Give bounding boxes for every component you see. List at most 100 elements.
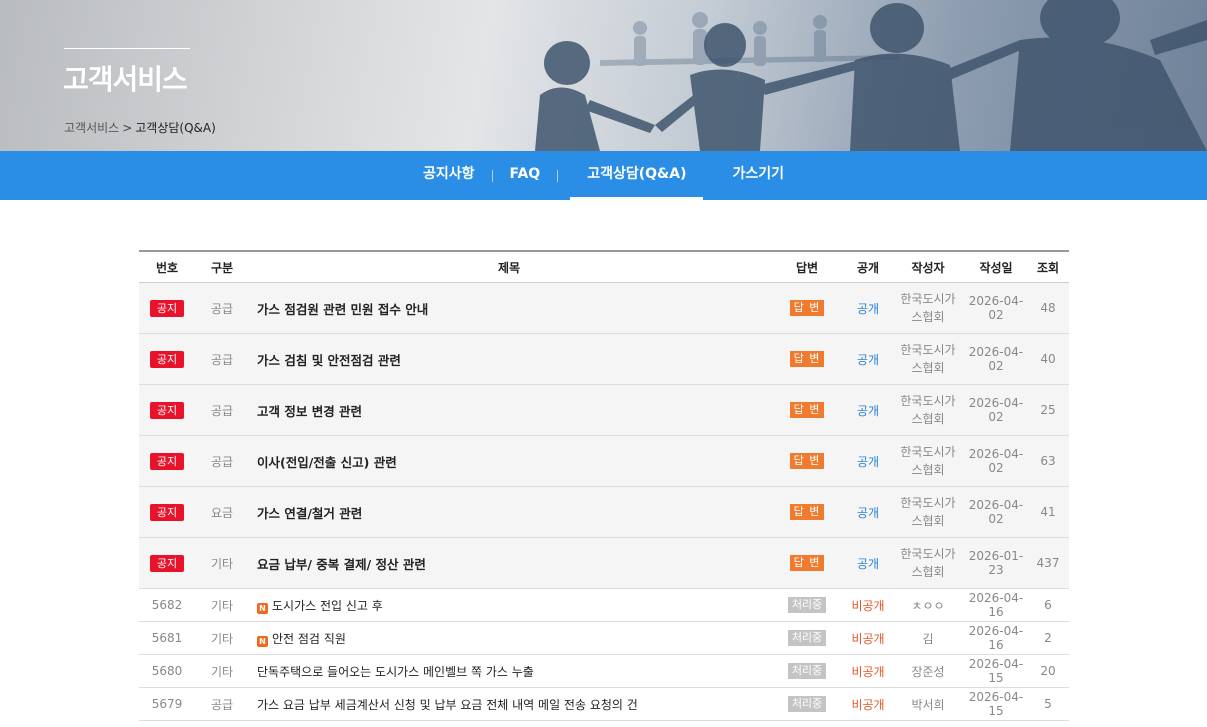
post-date: 2026-01-23 (965, 537, 1027, 589)
post-date: 2026-04-15 (965, 687, 1027, 721)
post-date: 2026-04-16 (965, 621, 1027, 655)
visibility-status: 비공개 (845, 654, 891, 688)
post-title-link[interactable]: 도시가스 전입 신고 후 (272, 599, 383, 613)
view-count: 20 (1027, 654, 1069, 688)
post-date: 2026-04-16 (965, 588, 1027, 622)
notice-row[interactable]: 공지 공급 가스 검침 및 안전점검 관련 답 변 공개 한국도시가 스협회 20… (139, 333, 1069, 385)
answer-badge: 답 변 (789, 555, 825, 571)
notice-row[interactable]: 공지 공급 이사(전입/전출 신고) 관련 답 변 공개 한국도시가 스협회 20… (139, 435, 1069, 487)
view-count: 25 (1027, 384, 1069, 436)
visibility-status: 공개 (845, 384, 891, 436)
post-date: 2026-04-02 (965, 384, 1027, 436)
view-count: 63 (1027, 435, 1069, 487)
table-row[interactable]: 5679 공급 가스 요금 납부 세금계산서 신청 및 납부 요금 전체 내역 … (139, 687, 1069, 721)
breadcrumb: 고객서비스 > 고객상담(Q&A) (64, 119, 216, 136)
category: 공급 (195, 687, 249, 721)
breadcrumb-item-home[interactable]: 고객서비스 (64, 121, 119, 135)
post-date: 2026-04-02 (965, 435, 1027, 487)
view-count: 40 (1027, 333, 1069, 385)
col-header-views: 조회 (1027, 250, 1069, 283)
category: 기타 (195, 588, 249, 622)
qna-board: 번호 구분 제목 답변 공개 작성자 작성일 조회 공지 공급 가스 점검원 관… (139, 250, 1069, 721)
post-title-link[interactable]: 이사(전입/전출 신고) 관련 (249, 435, 769, 487)
tab-faq[interactable]: FAQ (493, 151, 558, 200)
sub-navigation: 공지사항 FAQ 고객상담(Q&A) 가스기기 (0, 151, 1207, 200)
tab-divider (557, 169, 559, 182)
author: 한국도시가 스협회 (891, 435, 965, 487)
page-title: 고객서비스 (63, 63, 188, 96)
notice-badge: 공지 (149, 299, 185, 317)
view-count: 6 (1027, 588, 1069, 622)
table-header: 번호 구분 제목 답변 공개 작성자 작성일 조회 (139, 250, 1069, 283)
col-header-number: 번호 (139, 250, 195, 283)
view-count: 41 (1027, 486, 1069, 538)
post-title-link[interactable]: 가스 검침 및 안전점검 관련 (249, 333, 769, 385)
post-date: 2026-04-02 (965, 333, 1027, 385)
post-title-link[interactable]: 단독주택으로 들어오는 도시가스 메인벨브 쪽 가스 누출 (257, 665, 534, 679)
new-icon: N (257, 635, 268, 647)
visibility-status: 공개 (845, 435, 891, 487)
post-number: 5680 (139, 654, 195, 688)
table-row[interactable]: 5681 기타 N 안전 점검 직원 처리중 비공개 김 2026-04-16 2 (139, 621, 1069, 655)
visibility-status: 비공개 (845, 687, 891, 721)
processing-badge: 처리중 (787, 663, 827, 679)
answer-badge: 답 변 (789, 402, 825, 418)
author: 한국도시가 스협회 (891, 486, 965, 538)
notice-badge: 공지 (149, 452, 185, 470)
notice-row[interactable]: 공지 요금 가스 연결/철거 관련 답 변 공개 한국도시가 스협회 2026-0… (139, 486, 1069, 538)
processing-badge: 처리중 (787, 630, 827, 646)
notice-row[interactable]: 공지 공급 가스 점검원 관련 민원 접수 안내 답 변 공개 한국도시가 스협회… (139, 282, 1069, 334)
post-date: 2026-04-15 (965, 654, 1027, 688)
author: 장준성 (891, 654, 965, 688)
col-header-author: 작성자 (891, 250, 965, 283)
tab-qna[interactable]: 고객상담(Q&A) (570, 151, 704, 200)
category: 공급 (195, 333, 249, 385)
processing-badge: 처리중 (787, 696, 827, 712)
visibility-status: 공개 (845, 333, 891, 385)
table-row[interactable]: 5680 기타 단독주택으로 들어오는 도시가스 메인벨브 쪽 가스 누출 처리… (139, 654, 1069, 688)
post-date: 2026-04-02 (965, 486, 1027, 538)
breadcrumb-item-current: 고객상담(Q&A) (135, 121, 216, 135)
tab-notice[interactable]: 공지사항 (406, 151, 492, 200)
answer-badge: 답 변 (789, 504, 825, 520)
new-icon: N (257, 602, 268, 614)
author: ㅊㅇㅇ (891, 588, 965, 622)
category: 공급 (195, 282, 249, 334)
post-title-link[interactable]: 가스 요금 납부 세금계산서 신청 및 납부 요금 전체 내역 메일 전송 요청… (257, 698, 638, 712)
visibility-status: 공개 (845, 282, 891, 334)
answer-badge: 답 변 (789, 351, 825, 367)
category: 기타 (195, 654, 249, 688)
post-title-link[interactable]: 안전 점검 직원 (272, 632, 346, 646)
breadcrumb-separator: > (122, 121, 133, 135)
category: 공급 (195, 384, 249, 436)
col-header-date: 작성일 (965, 250, 1027, 283)
notice-badge: 공지 (149, 401, 185, 419)
post-title-link[interactable]: 가스 연결/철거 관련 (249, 486, 769, 538)
notice-row[interactable]: 공지 기타 요금 납부/ 중복 결제/ 정산 관련 답 변 공개 한국도시가 스협… (139, 537, 1069, 589)
view-count: 2 (1027, 621, 1069, 655)
view-count: 48 (1027, 282, 1069, 334)
post-title-link[interactable]: 가스 점검원 관련 민원 접수 안내 (249, 282, 769, 334)
view-count: 437 (1027, 537, 1069, 589)
author: 김 (891, 621, 965, 655)
visibility-status: 공개 (845, 537, 891, 589)
col-header-title: 제목 (249, 250, 769, 283)
author: 한국도시가 스협회 (891, 333, 965, 385)
post-title-link[interactable]: 요금 납부/ 중복 결제/ 정산 관련 (249, 537, 769, 589)
category: 기타 (195, 621, 249, 655)
view-count: 5 (1027, 687, 1069, 721)
notice-row[interactable]: 공지 공급 고객 정보 변경 관련 답 변 공개 한국도시가 스협회 2026-0… (139, 384, 1069, 436)
visibility-status: 비공개 (845, 621, 891, 655)
category: 기타 (195, 537, 249, 589)
hero-banner: 고객서비스 고객서비스 > 고객상담(Q&A) (0, 0, 1207, 151)
post-date: 2026-04-02 (965, 282, 1027, 334)
qna-table: 번호 구분 제목 답변 공개 작성자 작성일 조회 공지 공급 가스 점검원 관… (139, 250, 1069, 721)
notice-badge: 공지 (149, 350, 185, 368)
notice-badge: 공지 (149, 554, 185, 572)
category: 요금 (195, 486, 249, 538)
processing-badge: 처리중 (787, 597, 827, 613)
visibility-status: 공개 (845, 486, 891, 538)
tab-gas-appliances[interactable]: 가스기기 (715, 151, 801, 200)
table-row[interactable]: 5682 기타 N 도시가스 전입 신고 후 처리중 비공개 ㅊㅇㅇ 2026-0… (139, 588, 1069, 622)
post-title-link[interactable]: 고객 정보 변경 관련 (249, 384, 769, 436)
